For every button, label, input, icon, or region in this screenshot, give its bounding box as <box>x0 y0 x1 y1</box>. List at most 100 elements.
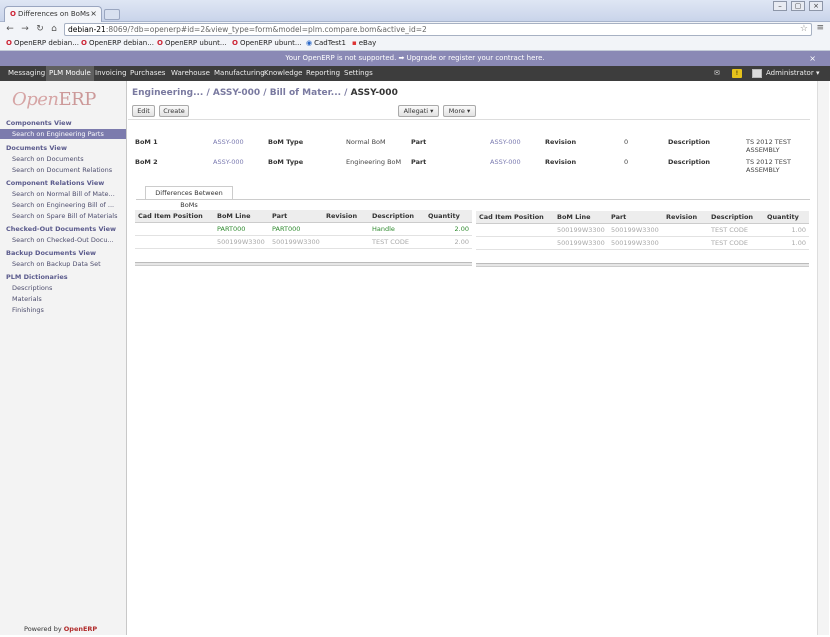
browser-menu-icon[interactable]: ≡ <box>816 23 824 33</box>
cell-bom-line: 500199W3300 <box>214 235 269 249</box>
bom2-description-line2: ASSEMBLY <box>746 166 780 174</box>
column-header-cad-item-position[interactable]: Cad Item Position <box>135 210 214 223</box>
bom1-part-link[interactable]: ASSY-000 <box>490 138 521 146</box>
right-table-footer <box>476 263 809 267</box>
sidebar-item-materials[interactable]: Materials <box>12 295 42 303</box>
column-header-part[interactable]: Part <box>269 210 323 223</box>
announcement-text[interactable]: Your OpenERP is not supported. ➡ Upgrade… <box>285 54 544 62</box>
bom2-part-link[interactable]: ASSY-000 <box>490 158 521 166</box>
powered-by-link[interactable]: OpenERP <box>64 625 97 633</box>
cell-bom-line: 500199W3300 <box>554 223 608 237</box>
table-row[interactable]: PART000 PART000 Handle 2.00 <box>135 222 472 236</box>
cell-bom-line: PART000 <box>214 222 269 236</box>
sidebar-item-search-document-relations[interactable]: Search on Document Relations <box>12 166 112 174</box>
tab-differences-between-boms[interactable]: Differences Between BoMs <box>145 186 233 209</box>
url-path: :8069/?db=openerp#id=2&view_type=form&mo… <box>105 25 427 34</box>
bom2-type-label: BoM Type <box>268 158 304 166</box>
menu-knowledge[interactable]: Knowledge <box>261 66 305 81</box>
sidebar-section-plm-dictionaries[interactable]: PLM Dictionaries <box>6 273 68 281</box>
column-header-revision[interactable]: Revision <box>663 211 708 224</box>
column-header-bom-line[interactable]: BoM Line <box>214 210 269 223</box>
breadcrumb-item[interactable]: Bill of Mater... <box>270 88 341 98</box>
window-close-icon[interactable]: × <box>809 1 823 11</box>
sidebar-section-documents[interactable]: Documents View <box>6 144 67 152</box>
table-row[interactable]: 500199W3300 500199W3300 TEST CODE 1.00 <box>476 223 809 237</box>
column-header-bom-line[interactable]: BoM Line <box>554 211 608 224</box>
new-tab-button[interactable] <box>104 9 120 20</box>
openerp-logo[interactable]: OpenERP <box>12 89 96 110</box>
mail-icon[interactable]: ✉ <box>714 69 720 77</box>
cell-revision <box>323 235 369 249</box>
bookmark-item[interactable]: ◉ CadTest1 <box>306 39 346 47</box>
bom2-link[interactable]: ASSY-000 <box>213 158 244 166</box>
column-header-part[interactable]: Part <box>608 211 663 224</box>
column-header-quantity[interactable]: Quantity <box>425 210 472 223</box>
bookmark-star-icon[interactable]: ☆ <box>800 24 808 34</box>
edit-button[interactable]: Edit <box>132 105 155 117</box>
column-header-revision[interactable]: Revision <box>323 210 369 223</box>
allegati-dropdown[interactable]: Allegati ▾ <box>398 105 439 117</box>
cell-bom-line: 500199W3300 <box>554 236 608 250</box>
sidebar-item-search-engineering-bom[interactable]: Search on Engineering Bill of ... <box>12 201 114 209</box>
table-row[interactable]: 500199W3300 500199W3300 TEST CODE 1.00 <box>476 236 809 250</box>
column-header-quantity[interactable]: Quantity <box>764 211 809 224</box>
sidebar-item-descriptions[interactable]: Descriptions <box>12 284 52 292</box>
bookmark-item[interactable]: O OpenERP ubunt... <box>157 39 227 47</box>
column-header-cad-item-position[interactable]: Cad Item Position <box>476 211 554 224</box>
menu-purchases[interactable]: Purchases <box>127 66 168 81</box>
user-menu[interactable]: Administrator ▾ <box>766 66 819 81</box>
bom1-description-line2: ASSEMBLY <box>746 146 780 154</box>
sidebar-section-checked-out[interactable]: Checked-Out Documents View <box>6 225 116 233</box>
table-row[interactable]: 500199W3300 500199W3300 TEST CODE 2.00 <box>135 235 472 249</box>
sidebar-item-finishings[interactable]: Finishings <box>12 306 44 314</box>
minimize-icon[interactable]: – <box>773 1 787 11</box>
avatar[interactable] <box>752 69 762 78</box>
bookmark-item[interactable]: O OpenERP debian... <box>6 39 79 47</box>
page-scrollbar[interactable] <box>817 81 829 635</box>
sidebar-item-search-engineering-parts[interactable]: Search on Engineering Parts <box>0 129 126 139</box>
sidebar-item-search-documents[interactable]: Search on Documents <box>12 155 84 163</box>
maximize-icon[interactable]: ▢ <box>791 1 805 11</box>
menu-plm-module[interactable]: PLM Module <box>46 66 94 81</box>
menu-messaging[interactable]: Messaging <box>5 66 48 81</box>
menu-settings[interactable]: Settings <box>341 66 376 81</box>
cell-cad-item-position <box>135 222 214 236</box>
sidebar-item-search-spare-bom[interactable]: Search on Spare Bill of Materials <box>12 212 117 220</box>
bookmark-item[interactable]: ▪ eBay <box>352 39 376 47</box>
sidebar-section-component-relations[interactable]: Component Relations View <box>6 179 104 187</box>
toolbar-divider <box>128 119 810 120</box>
home-icon[interactable]: ⌂ <box>48 24 60 34</box>
menu-reporting[interactable]: Reporting <box>303 66 343 81</box>
cell-part: 500199W3300 <box>608 223 663 237</box>
bom1-link[interactable]: ASSY-000 <box>213 138 244 146</box>
sidebar-section-backup[interactable]: Backup Documents View <box>6 249 96 257</box>
sidebar-item-search-checked-out[interactable]: Search on Checked-Out Docu... <box>12 236 114 244</box>
cell-part: 500199W3300 <box>608 236 663 250</box>
left-bom-diff-table: Cad Item Position BoM Line Part Revision… <box>135 210 472 249</box>
more-dropdown[interactable]: More ▾ <box>443 105 476 117</box>
column-header-description[interactable]: Description <box>708 211 764 224</box>
menu-warehouse[interactable]: Warehouse <box>168 66 213 81</box>
address-bar[interactable]: debian-21:8069/?db=openerp#id=2&view_typ… <box>64 23 812 36</box>
tab-close-icon[interactable]: × <box>90 9 97 18</box>
bookmark-item[interactable]: O OpenERP debian... <box>81 39 154 47</box>
forward-icon[interactable]: → <box>19 24 31 34</box>
create-button[interactable]: Create <box>159 105 189 117</box>
warning-icon[interactable]: ! <box>732 69 742 78</box>
breadcrumb-item[interactable]: Engineering... <box>132 88 203 98</box>
back-icon[interactable]: ← <box>4 24 16 34</box>
browser-tab[interactable]: O Differences on BoMs - × <box>4 6 102 22</box>
reload-icon[interactable]: ↻ <box>34 24 46 34</box>
cell-part: PART000 <box>269 222 323 236</box>
column-header-description[interactable]: Description <box>369 210 425 223</box>
cell-description: Handle <box>369 222 425 236</box>
sidebar-item-search-backup[interactable]: Search on Backup Data Set <box>12 260 101 268</box>
bookmark-item[interactable]: O OpenERP ubunt... <box>232 39 302 47</box>
menu-invoicing[interactable]: Invoicing <box>92 66 130 81</box>
sidebar-section-components[interactable]: Components View <box>6 119 72 127</box>
announcement-close-icon[interactable]: × <box>809 51 816 66</box>
url-host: debian-21 <box>68 25 106 34</box>
sidebar-item-search-normal-bom[interactable]: Search on Normal Bill of Mate... <box>12 190 115 198</box>
breadcrumb-item[interactable]: ASSY-000 <box>213 88 260 98</box>
menu-manufacturing[interactable]: Manufacturing <box>211 66 268 81</box>
